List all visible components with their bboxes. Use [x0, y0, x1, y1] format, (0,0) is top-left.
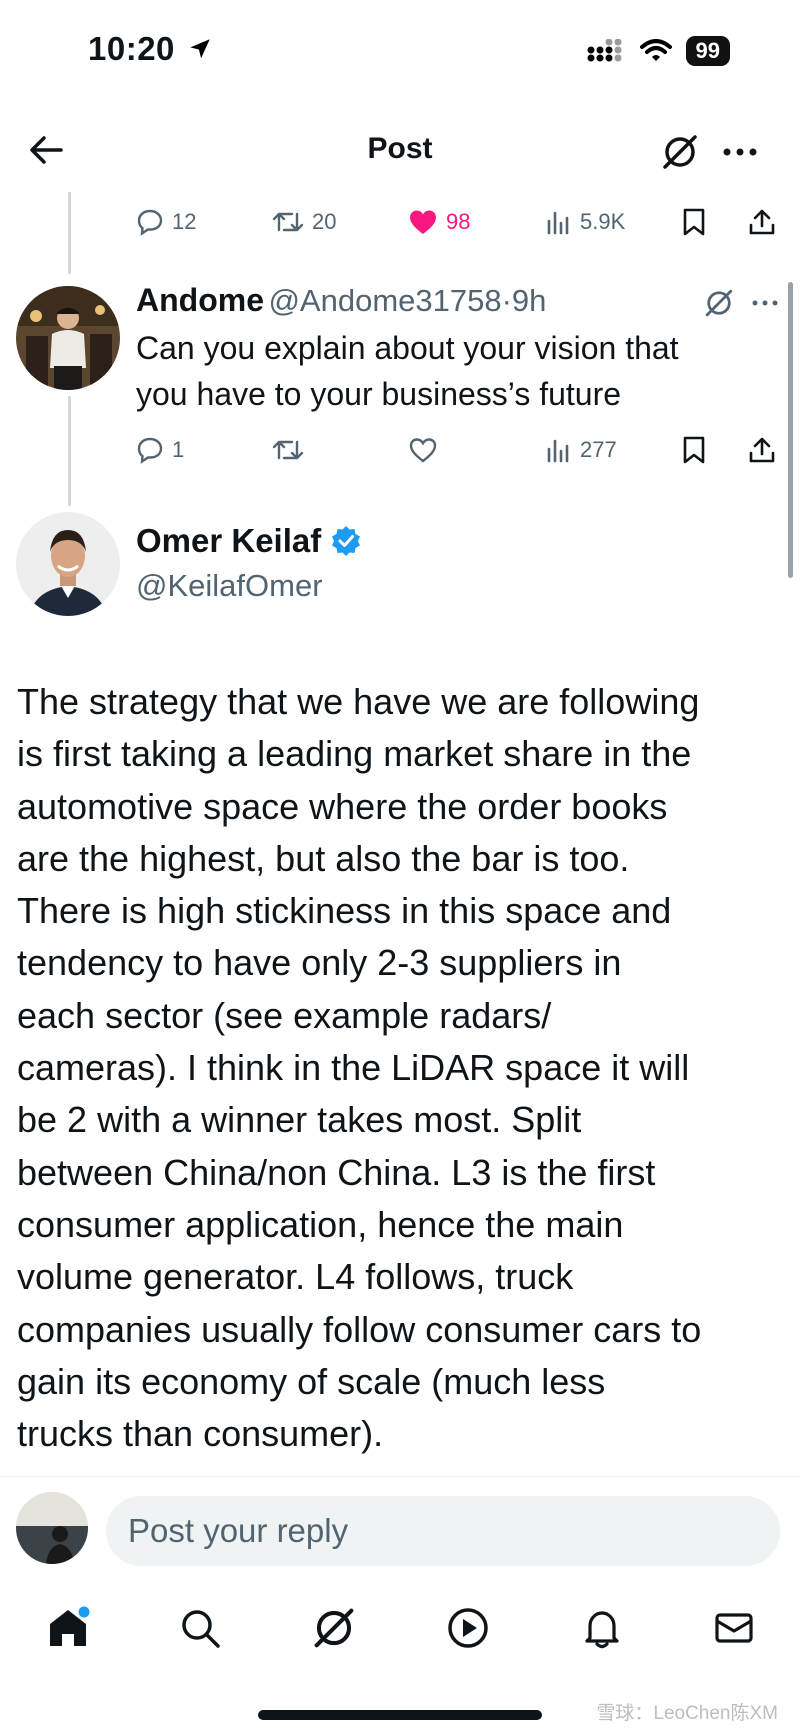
omer-avatar-image: [16, 512, 120, 616]
watermark: 雪球：LeoChen陈XM: [596, 1703, 778, 1724]
scrollbar[interactable]: [788, 282, 793, 578]
reply-text-line: Can you explain about your vision that: [136, 330, 679, 366]
reply-count: 1: [172, 437, 185, 462]
video-icon: [448, 1608, 488, 1648]
grok-icon: [314, 1608, 354, 1648]
views-button[interactable]: 277: [546, 437, 617, 463]
repost-icon: [272, 212, 304, 232]
author-name[interactable]: Andome: [136, 282, 264, 318]
views-count: 277: [580, 437, 617, 462]
grok-button[interactable]: [658, 130, 702, 174]
nav-notifications[interactable]: [574, 1600, 630, 1656]
heart-icon: [409, 438, 437, 463]
share-button[interactable]: [748, 208, 776, 236]
nav-video[interactable]: [440, 1600, 496, 1656]
verified-badge-icon: [331, 526, 360, 556]
author-name[interactable]: Omer Keilaf: [136, 522, 321, 559]
signal-icon: [587, 39, 622, 62]
like-button[interactable]: 98: [408, 208, 470, 236]
home-icon: [50, 1606, 90, 1646]
location-arrow-icon: [189, 39, 210, 59]
wifi-icon: [639, 39, 672, 61]
author-handle[interactable]: @Andome31758: [268, 283, 501, 318]
share-button[interactable]: [748, 436, 776, 464]
reply-button[interactable]: 12: [136, 208, 196, 236]
reply-input[interactable]: Post your reply: [106, 1496, 780, 1566]
more-icon: [752, 300, 778, 306]
envelope-icon: [715, 1613, 753, 1643]
avatar[interactable]: [16, 512, 120, 616]
reply-count: 12: [172, 209, 197, 234]
like-count: 98: [446, 209, 471, 234]
reply-icon: [137, 209, 163, 236]
grok-icon: [705, 289, 733, 317]
nav-grok[interactable]: [306, 1600, 362, 1656]
repost-icon: [272, 440, 304, 460]
reply-text: Can you explain about your vision that y…: [136, 327, 776, 415]
nav-messages[interactable]: [706, 1600, 762, 1656]
andome-avatar-image: [16, 286, 120, 390]
separator-dot: ·: [501, 283, 512, 318]
reply-actions: 1 277: [0, 432, 800, 468]
user-avatar-image: [16, 1492, 88, 1564]
post-time: 9h: [511, 283, 547, 318]
repost-count: 20: [312, 209, 337, 234]
nav-home[interactable]: [40, 1600, 96, 1656]
divider: [0, 1476, 800, 1477]
status-time: 10:20: [88, 30, 213, 68]
avatar[interactable]: [16, 286, 120, 390]
views-icon: [547, 439, 569, 463]
bell-icon: [585, 1611, 619, 1649]
like-button[interactable]: [408, 436, 438, 464]
views-button[interactable]: 5.9K: [546, 209, 625, 235]
search-icon: [182, 1610, 220, 1648]
nav-search[interactable]: [172, 1600, 228, 1656]
reply-text-line: you have to your business’s future: [136, 376, 622, 412]
grok-icon: [663, 135, 697, 169]
reply-more-button[interactable]: [748, 290, 782, 316]
reply-placeholder: Post your reply: [128, 1512, 349, 1549]
more-options-button[interactable]: [718, 132, 762, 172]
grok-reply-button[interactable]: [702, 286, 736, 320]
repost-button[interactable]: [272, 436, 304, 464]
share-icon: [749, 209, 775, 235]
reply-button[interactable]: 1: [136, 436, 184, 464]
repost-button[interactable]: 20: [272, 208, 336, 236]
post-body: The strategy that we have we are followi…: [17, 681, 702, 1455]
bookmark-icon: [683, 436, 705, 464]
views-icon: [547, 211, 569, 235]
battery-indicator: 99: [685, 36, 730, 66]
status-indicators: 99: [586, 36, 730, 66]
more-icon: [723, 148, 757, 156]
parent-post-actions: 12 20 98 5.9K: [0, 204, 800, 240]
bookmark-button[interactable]: [682, 436, 706, 464]
main-author: Omer Keilaf: [136, 522, 362, 560]
avatar[interactable]: [16, 1492, 88, 1564]
views-count: 5.9K: [580, 209, 626, 234]
home-indicator[interactable]: [258, 1710, 542, 1720]
reply-header: Andome @Andome31758·9h: [136, 282, 546, 319]
author-handle[interactable]: @KeilafOmer: [136, 568, 323, 604]
reply-icon: [137, 437, 163, 464]
bookmark-button[interactable]: [682, 208, 706, 236]
share-icon: [749, 437, 775, 463]
heart-filled-icon: [410, 210, 436, 234]
bookmark-icon: [683, 208, 705, 236]
